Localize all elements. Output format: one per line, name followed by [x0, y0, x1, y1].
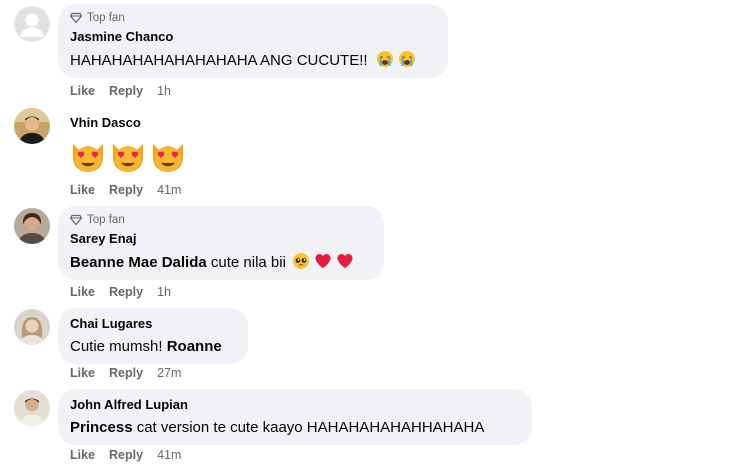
mention-link[interactable]: Princess — [70, 419, 133, 436]
comment-actions: Like Reply 41m — [70, 446, 181, 464]
commenter-name[interactable]: Sarey Enaj — [70, 230, 372, 248]
commenter-name[interactable]: Vhin Dasco — [70, 114, 186, 132]
top-fan-badge: Top fan — [70, 210, 372, 230]
comment-timestamp[interactable]: 27m — [157, 366, 181, 380]
comment-bubble: Top fan Sarey Enaj Beanne Mae Dalida cut… — [58, 206, 384, 280]
top-fan-label: Top fan — [87, 214, 125, 226]
heart-eyes-cat-icon — [73, 144, 103, 172]
comment-actions: Like Reply 41m — [70, 181, 181, 199]
loudly-crying-face-icon — [398, 51, 415, 67]
comment-actions: Like Reply 1h — [70, 82, 171, 100]
diamond-icon — [70, 12, 82, 24]
commenter-name[interactable]: Chai Lugares — [70, 315, 236, 333]
top-fan-label: Top fan — [87, 12, 125, 24]
like-button[interactable]: Like — [70, 84, 95, 98]
red-heart-icon — [315, 254, 331, 268]
loudly-crying-face-icon — [376, 51, 393, 67]
avatar[interactable] — [14, 309, 50, 345]
reply-button[interactable]: Reply — [109, 84, 143, 98]
avatar[interactable] — [14, 390, 50, 426]
comment-timestamp[interactable]: 1h — [157, 84, 171, 98]
like-button[interactable]: Like — [70, 366, 95, 380]
red-heart-icon — [337, 254, 353, 268]
reply-button[interactable]: Reply — [109, 366, 143, 380]
comment-body: HAHAHAHAHAHAHAHAHA ANG CUCUTE!! — [70, 52, 368, 69]
reply-button[interactable]: Reply — [109, 183, 143, 197]
comment-body: cat version te cute kaayo HAHAHAHAHAHHAH… — [132, 419, 485, 436]
diamond-icon — [70, 214, 82, 226]
reply-button[interactable]: Reply — [109, 448, 143, 462]
avatar[interactable] — [14, 208, 50, 244]
comment-actions: Like Reply 27m — [70, 364, 181, 382]
comment-timestamp[interactable]: 41m — [157, 183, 181, 197]
comment-bubble: Top fan Jasmine Chanco HAHAHAHAHAHAHAHAH… — [58, 4, 448, 78]
pleading-face-icon — [293, 253, 310, 269]
mention-link[interactable]: Roanne — [167, 338, 222, 355]
heart-eyes-cat-icon — [153, 144, 183, 172]
avatar[interactable] — [14, 108, 50, 144]
emoji-row — [70, 138, 186, 174]
commenter-name[interactable]: Jasmine Chanco — [70, 28, 436, 46]
mention-link[interactable]: Beanne Mae Dalida — [70, 254, 207, 271]
comment-timestamp[interactable]: 1h — [157, 285, 171, 299]
comment-text: HAHAHAHAHAHAHAHAHA ANG CUCUTE!! — [70, 50, 436, 72]
comment-bubble: John Alfred Lupian Princess cat version … — [58, 389, 532, 445]
reply-button[interactable]: Reply — [109, 285, 143, 299]
comment-text: Beanne Mae Dalida cute nila bii — [70, 252, 372, 274]
comment-bubble: Vhin Dasco — [58, 106, 198, 174]
comment-text: Princess cat version te cute kaayo HAHAH… — [70, 417, 520, 439]
comment-body: cute nila bii — [206, 254, 286, 271]
avatar-default-icon[interactable] — [14, 6, 50, 42]
comment-body: Cutie mumsh! — [70, 338, 167, 355]
like-button[interactable]: Like — [70, 448, 95, 462]
top-fan-badge: Top fan — [70, 8, 436, 28]
comment-timestamp[interactable]: 41m — [157, 448, 181, 462]
like-button[interactable]: Like — [70, 183, 95, 197]
comment-bubble: Chai Lugares Cutie mumsh! Roanne — [58, 308, 248, 364]
comment-text: Cutie mumsh! Roanne — [70, 336, 236, 358]
comment-actions: Like Reply 1h — [70, 283, 171, 301]
like-button[interactable]: Like — [70, 285, 95, 299]
heart-eyes-cat-icon — [113, 144, 143, 172]
commenter-name[interactable]: John Alfred Lupian — [70, 396, 520, 414]
